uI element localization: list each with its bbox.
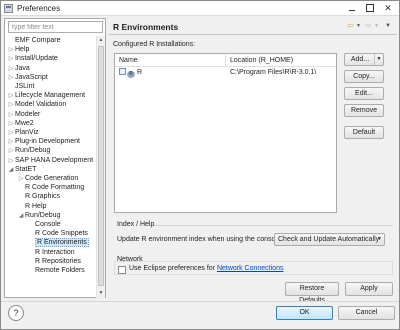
- default-check-icon: [119, 68, 126, 75]
- remove-button[interactable]: Remove: [344, 104, 384, 117]
- network-connections-link[interactable]: Network Connections: [217, 265, 284, 272]
- preferences-tree: EMF Compare ▷ Help ▷ Install/Update ▷ Java ▷ Jav…: [5, 36, 97, 298]
- back-dropdown-icon[interactable]: ▼: [356, 21, 361, 31]
- tree-item[interactable]: Remote Folders: [27, 266, 85, 276]
- index-help-group-line: [154, 225, 393, 226]
- forward-dropdown-icon[interactable]: ▼: [374, 21, 379, 31]
- update-index-value: Check and Update Automatically: [278, 236, 380, 243]
- installations-table[interactable]: Name Location (R_HOME) RR C:\Program Fil…: [114, 53, 337, 213]
- apply-button[interactable]: Apply: [345, 282, 393, 296]
- tree-scrollbar[interactable]: ▲ ▼: [96, 36, 105, 298]
- title-bar: Preferences ✕: [1, 1, 399, 16]
- tree-item-label: R Environments: [35, 238, 89, 248]
- tree-item-label: R Interaction: [35, 248, 75, 256]
- help-icon[interactable]: ?: [8, 305, 24, 321]
- page-title: R Environments: [113, 22, 179, 32]
- tree-item-label: Lifecycle Management: [15, 92, 86, 100]
- tree-item-label: EMF Compare: [15, 37, 61, 44]
- tree-item-label: R Code Snippets: [35, 230, 88, 238]
- add-button-label: Add...: [350, 56, 370, 63]
- filter-input[interactable]: [8, 21, 103, 33]
- scroll-down-icon[interactable]: ▼: [97, 289, 105, 298]
- tree-item-label: Run/Debug: [25, 211, 61, 219]
- index-help-group-label: Index / Help: [117, 221, 155, 228]
- tree-item-label: Code Generation: [25, 175, 79, 182]
- minimize-icon[interactable]: [345, 2, 359, 14]
- scroll-up-icon[interactable]: ▲: [97, 36, 105, 45]
- cell-location: C:\Program Files\R\R-3.0.1\: [230, 69, 317, 76]
- preferences-tree-pane: EMF Compare▷Help▷Install/Update▷Java▷Jav…: [4, 18, 106, 298]
- page-navigation: ⇦ ▼ ⇨ ▼ ▼: [347, 21, 397, 31]
- copy-button[interactable]: Copy...: [344, 70, 384, 83]
- footer-separator: [1, 301, 399, 302]
- chevron-down-icon: ▼: [377, 236, 382, 242]
- eclipse-network-label: Use Eclipse preferences for Network Conn…: [129, 265, 283, 272]
- eclipse-network-text: Use Eclipse preferences for: [129, 265, 215, 272]
- column-header-location[interactable]: Location (R_HOME): [226, 54, 336, 67]
- tree-item-label: Java: [15, 64, 30, 72]
- back-arrow-icon[interactable]: ⇦: [347, 21, 354, 31]
- tree-item-label: Mwe2: [15, 119, 34, 127]
- window-controls: ✕: [345, 2, 395, 14]
- add-dropdown-icon[interactable]: ▼: [374, 54, 383, 65]
- column-header-name[interactable]: Name: [115, 54, 226, 67]
- eclipse-network-checkbox[interactable]: [118, 266, 126, 274]
- tree-item-label: R Code Formatting: [25, 184, 85, 192]
- window-title: Preferences: [17, 4, 61, 13]
- tree-item-label: Model Validation: [15, 101, 67, 109]
- r-logo-icon: R: [127, 71, 135, 78]
- table-header: Name Location (R_HOME): [115, 54, 336, 67]
- default-button[interactable]: Default: [344, 126, 384, 139]
- update-index-select[interactable]: Check and Update Automatically ▼: [274, 233, 385, 246]
- view-menu-icon[interactable]: ▼: [385, 21, 391, 31]
- maximize-icon[interactable]: [363, 2, 377, 14]
- r-name: R: [137, 69, 143, 76]
- tree-item-label: PlanViz: [15, 129, 39, 136]
- tree-item-label: Help: [15, 46, 30, 54]
- tree-item-label: Run/Debug: [15, 147, 51, 155]
- tree-item-label: Plug-in Development: [15, 138, 80, 146]
- title-separator: [109, 34, 397, 35]
- tree-item-label: StatET: [15, 165, 37, 173]
- ok-button[interactable]: OK: [276, 306, 333, 320]
- scroll-thumb[interactable]: [98, 46, 104, 286]
- preferences-window: Preferences ✕ EMF Compare▷Help▷Install/U…: [0, 0, 400, 330]
- expand-arrow-icon[interactable]: ◢: [7, 165, 15, 175]
- r-environments-page: R Environments ⇦ ▼ ⇨ ▼ ▼ Configured R In…: [109, 18, 397, 304]
- table-row[interactable]: RR C:\Program Files\R\R-3.0.1\: [115, 67, 336, 78]
- tree-item-label: Install/Update: [15, 55, 58, 63]
- tree-item-label: R Repositories: [35, 257, 81, 265]
- update-index-label: Update R environment index when using th…: [117, 236, 283, 243]
- tree-item-label: R Graphics: [25, 193, 61, 201]
- cell-name: RR: [119, 67, 142, 78]
- tree-item-label: JSLint: [15, 83, 35, 90]
- edit-button[interactable]: Edit...: [344, 87, 384, 100]
- tree-item-label: Console: [35, 221, 61, 228]
- tree-item-label: JavaScript: [15, 73, 48, 81]
- restore-defaults-button[interactable]: Restore Defaults: [285, 282, 339, 304]
- tree-item-label: R Help: [25, 202, 47, 210]
- forward-arrow-icon[interactable]: ⇨: [365, 21, 372, 31]
- tree-item-label: Remote Folders: [35, 267, 85, 274]
- installed-label: Configured R Installations:: [113, 41, 196, 48]
- tree-item-label: Modeler: [15, 110, 41, 118]
- add-button[interactable]: Add... ▼: [344, 53, 384, 66]
- expand-arrow-icon[interactable]: ◢: [17, 211, 25, 221]
- tree-item-label: SAP HANA Development: [15, 156, 94, 164]
- close-icon[interactable]: ✕: [381, 2, 395, 14]
- preferences-icon: [4, 4, 13, 13]
- cancel-button[interactable]: Cancel: [338, 306, 395, 320]
